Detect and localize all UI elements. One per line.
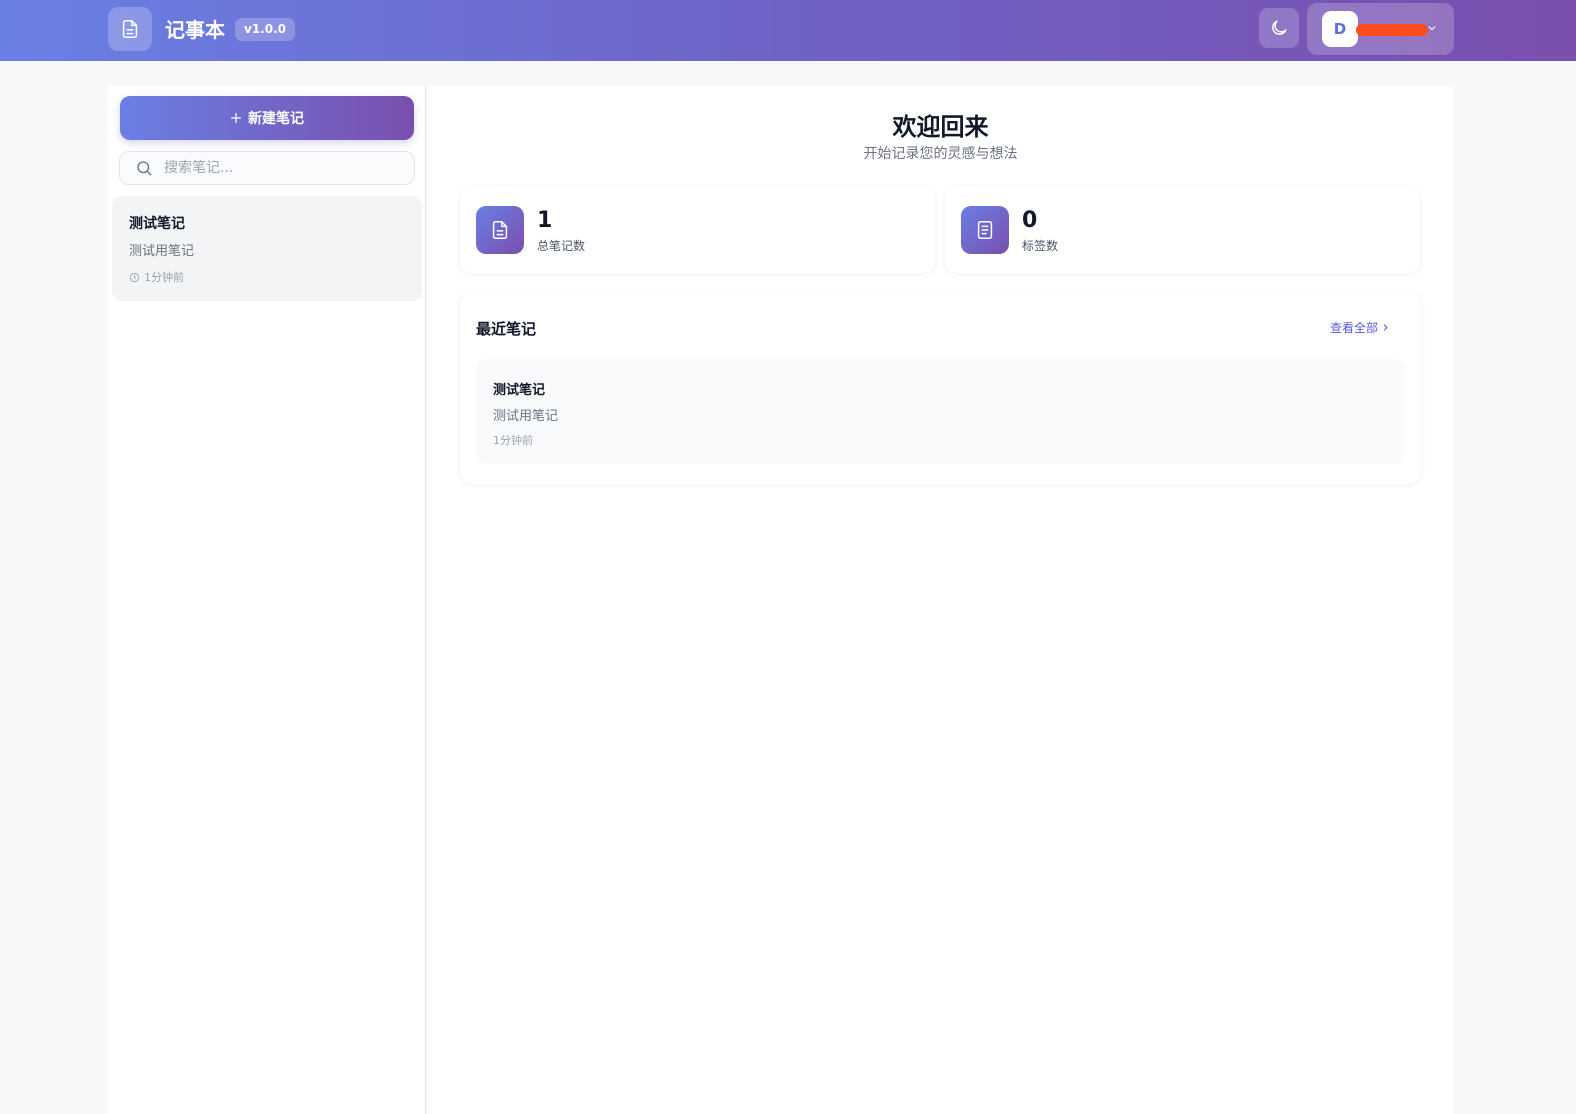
app-logo: [108, 7, 152, 51]
welcome-title: 欢迎回来: [892, 113, 989, 141]
view-all-link[interactable]: 查看全部: [1330, 319, 1390, 336]
main-content: 欢迎回来 开始记录您的灵感与想法 1 总笔记数 0 标签数 最近笔记 查看全部 …: [427, 85, 1454, 1114]
note-list-item[interactable]: 测试笔记 测试用笔记 1分钟前: [112, 196, 422, 301]
stat-value: 0: [1022, 208, 1038, 233]
search-icon: [137, 161, 152, 176]
moon-icon: [1272, 20, 1287, 35]
note-timestamp: 1分钟前: [129, 269, 184, 285]
note-timestamp: 1分钟前: [493, 434, 533, 447]
stat-icon-box: [961, 206, 1009, 254]
note-time-text: 1分钟前: [144, 271, 184, 284]
document-icon: [492, 221, 508, 239]
note-title: 测试笔记: [493, 383, 546, 398]
chevron-down-icon: [1428, 26, 1436, 31]
stat-label: 总笔记数: [537, 239, 586, 253]
theme-toggle-button[interactable]: [1259, 8, 1299, 48]
clock-icon: [129, 272, 140, 282]
stat-card-tags: 0 标签数: [945, 186, 1420, 273]
recent-note-item[interactable]: 测试笔记 测试用笔记 1分钟前: [476, 359, 1405, 463]
search-input[interactable]: [164, 152, 404, 184]
stat-value: 1: [537, 208, 553, 233]
recent-notes-title: 最近笔记: [476, 320, 537, 338]
stat-card-notes: 1 总笔记数: [460, 186, 935, 273]
new-note-label: 新建笔记: [248, 111, 304, 127]
app-title: 记事本: [165, 18, 225, 42]
note-preview: 测试用笔记: [493, 409, 559, 424]
note-preview: 测试用笔记: [129, 244, 195, 259]
note-title: 测试笔记: [129, 216, 185, 232]
plus-icon: [230, 112, 242, 124]
top-bar: 记事本 v1.0.0 D: [0, 0, 1576, 61]
document-icon: [122, 20, 138, 38]
version-badge: v1.0.0: [235, 18, 295, 41]
user-menu-button[interactable]: D: [1307, 3, 1454, 55]
chevron-right-icon: [1383, 324, 1388, 331]
welcome-subtitle: 开始记录您的灵感与想法: [863, 146, 1018, 162]
recent-notes-card: 最近笔记 查看全部 测试笔记 测试用笔记 1分钟前: [460, 292, 1421, 484]
sidebar: 新建笔记 测试笔记 测试用笔记 1分钟前: [108, 85, 426, 1114]
search-box: [119, 151, 415, 185]
stat-label: 标签数: [1022, 239, 1059, 253]
list-doc-icon: [977, 221, 993, 239]
new-note-button[interactable]: 新建笔记: [120, 96, 414, 140]
user-name: [1356, 22, 1428, 36]
avatar: D: [1322, 11, 1358, 47]
stat-icon-box: [476, 206, 524, 254]
view-all-label: 查看全部: [1330, 321, 1379, 335]
